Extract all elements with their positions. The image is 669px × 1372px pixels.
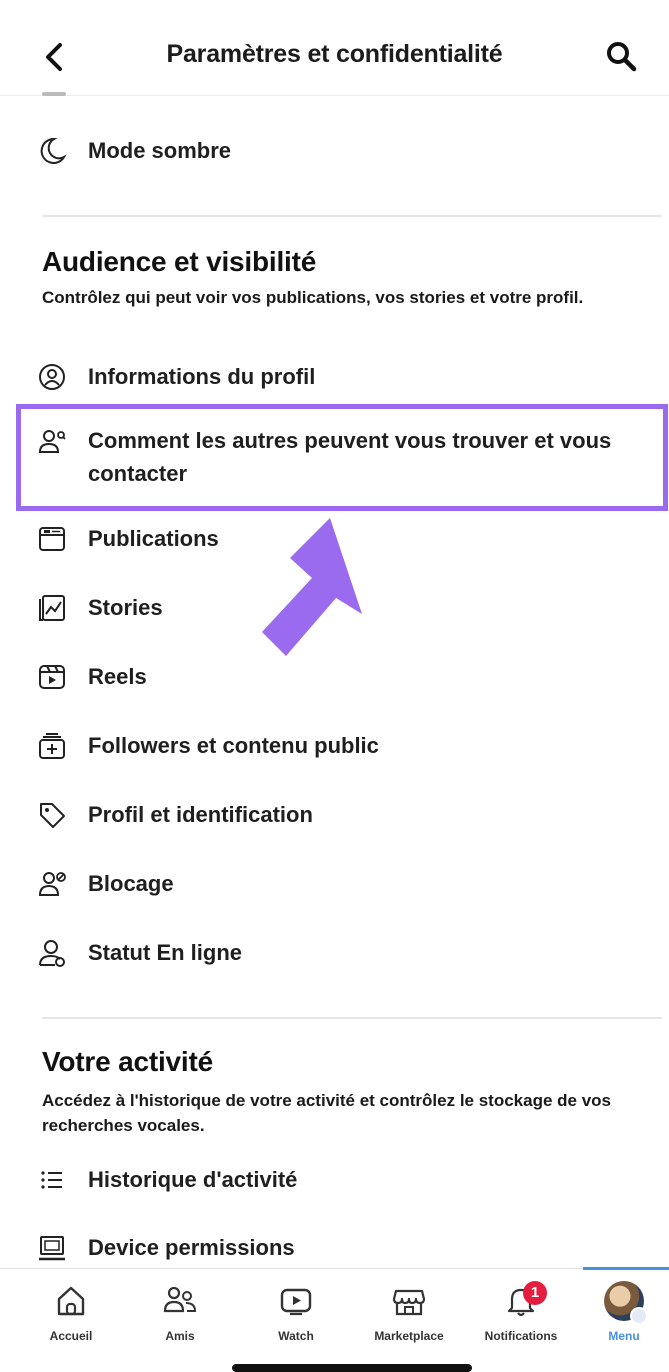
- tab-home[interactable]: Accueil: [15, 1281, 127, 1353]
- tab-menu[interactable]: Menu: [568, 1281, 669, 1353]
- annotation-arrow-icon: [262, 518, 362, 656]
- tab-watch[interactable]: Watch: [240, 1281, 352, 1353]
- menu-item-label: Informations du profil: [88, 364, 316, 389]
- marketplace-icon: [392, 1289, 426, 1316]
- menu-item-label: Reels: [88, 664, 147, 689]
- menu-item-followers[interactable]: Followers et contenu public: [36, 729, 666, 762]
- friends-icon: [163, 1286, 197, 1313]
- page-title: Paramètres et confidentialité: [166, 40, 503, 68]
- section-title-activity: Votre activité: [42, 1046, 213, 1077]
- search-button[interactable]: [603, 38, 639, 74]
- profile-circle-icon: [36, 361, 68, 393]
- section-desc-audience: Contrôlez qui peut voir vos publications…: [42, 288, 584, 307]
- tab-label: Accueil: [49, 1329, 93, 1343]
- menu-item-reels[interactable]: Reels: [36, 660, 666, 693]
- divider: [42, 1017, 662, 1019]
- followers-icon: [36, 730, 68, 762]
- highlight-box: [16, 404, 668, 511]
- active-tab-indicator: [583, 1267, 669, 1270]
- posts-icon: [36, 523, 68, 555]
- divider: [42, 215, 662, 217]
- moon-icon: [36, 135, 68, 167]
- menu-item-label: Device permissions: [88, 1235, 295, 1260]
- tag-icon: [36, 799, 68, 831]
- tab-label: Amis: [165, 1329, 195, 1343]
- menu-item-label: Stories: [88, 595, 163, 620]
- tab-label: Watch: [278, 1329, 314, 1343]
- tab-label: Marketplace: [374, 1329, 444, 1343]
- online-status-icon: [36, 937, 68, 969]
- tab-notifications[interactable]: 1 Notifications: [465, 1281, 577, 1353]
- list-icon: [36, 1164, 68, 1196]
- menu-item-tagging[interactable]: Profil et identification: [36, 798, 666, 831]
- notification-badge: 1: [523, 1281, 547, 1305]
- tab-marketplace[interactable]: Marketplace: [353, 1281, 465, 1353]
- home-icon: [57, 1286, 85, 1316]
- menu-item-activity-history[interactable]: Historique d'activité: [36, 1163, 666, 1196]
- block-user-icon: [36, 868, 68, 900]
- bottom-tab-bar: Accueil Amis Watch Marketplace 1 Notific…: [0, 1267, 669, 1372]
- menu-item-label: Historique d'activité: [88, 1167, 298, 1192]
- menu-item-blocking[interactable]: Blocage: [36, 867, 666, 900]
- watch-icon: [280, 1288, 312, 1316]
- menu-item-label: Profil et identification: [88, 802, 313, 827]
- tab-label: Notifications: [484, 1329, 558, 1343]
- section-title-audience: Audience et visibilité: [42, 246, 317, 277]
- menu-item-label: Followers et contenu public: [88, 733, 379, 758]
- dark-mode-label: Mode sombre: [88, 138, 232, 163]
- menu-item-label: Statut En ligne: [88, 940, 242, 965]
- tab-label: Menu: [608, 1329, 640, 1343]
- menu-mini-icon: [630, 1307, 648, 1325]
- home-indicator: [232, 1364, 472, 1372]
- reels-icon: [36, 661, 68, 693]
- menu-item-label: Publications: [88, 526, 219, 551]
- dark-mode-item[interactable]: Mode sombre: [36, 134, 666, 167]
- avatar: [604, 1281, 648, 1325]
- menu-item-online-status[interactable]: Statut En ligne: [36, 936, 666, 969]
- stories-icon: [36, 592, 68, 624]
- search-icon: [607, 42, 637, 72]
- menu-item-profile-info[interactable]: Informations du profil: [36, 360, 666, 393]
- menu-item-device-permissions[interactable]: Device permissions: [36, 1231, 666, 1264]
- menu-item-label: Blocage: [88, 871, 174, 896]
- section-desc-activity: Accédez à l'historique de votre activité…: [42, 1091, 612, 1135]
- device-icon: [36, 1232, 68, 1264]
- top-bar: Paramètres et confidentialité: [0, 0, 669, 96]
- scroll-hint: [42, 92, 66, 96]
- tab-friends[interactable]: Amis: [124, 1281, 236, 1353]
